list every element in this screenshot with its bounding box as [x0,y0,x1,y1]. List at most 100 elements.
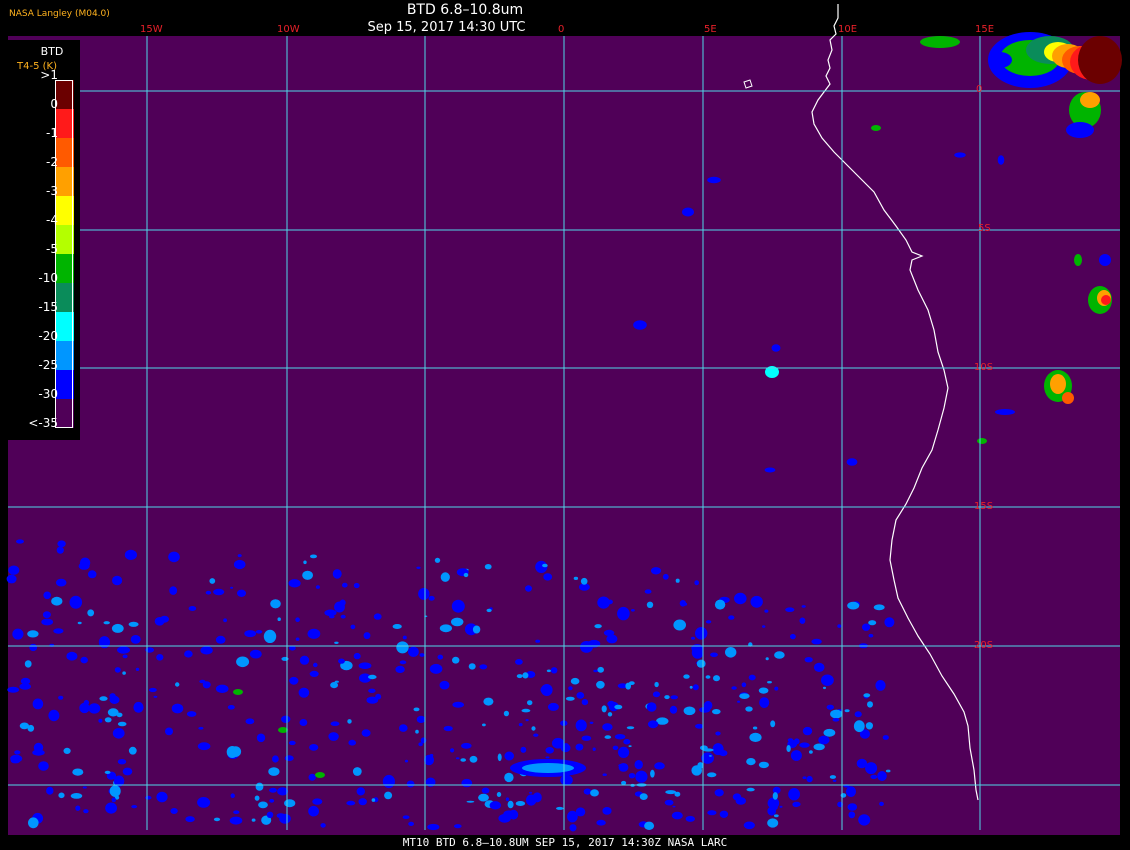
cloud-blob [1101,295,1111,305]
cloud-blob [117,721,127,727]
cloud-blob [556,806,564,810]
cloud-blob [358,662,372,669]
cloud-blob [597,666,604,673]
cloud-blob [813,662,825,673]
cloud-blob [602,807,612,815]
lon-label-10w: 10W [277,24,300,35]
cloud-blob [350,624,356,630]
cloud-blob [719,750,728,757]
cloud-blob [230,586,234,589]
cloud-blob [547,702,559,711]
cloud-blob [466,800,475,803]
cloud-blob [109,785,121,797]
timestamp-label: Sep 15, 2017 14:30 UTC [367,20,526,35]
cloud-blob [995,409,1015,415]
cloud-blob [665,790,677,795]
cloud-blob [594,624,602,629]
cloud-blob [885,769,891,773]
cloud-blob [844,709,850,713]
cloud-blob [277,787,289,796]
cloud-blob [628,773,636,779]
cloud-blob [772,792,778,800]
cloud-blob [801,605,806,608]
cloud-blob [281,715,291,723]
cloud-blob [920,36,960,48]
cloud-blob [823,728,836,737]
cloud-blob [70,793,83,799]
cloud-blob [312,798,323,805]
cloud-blob [348,739,357,746]
cloud-blob [308,773,316,781]
cloud-blob [185,816,195,823]
cloud-blob [55,578,67,587]
cloud-blob [804,657,813,663]
cloud-blob [455,757,460,760]
cloud-blob [759,697,770,708]
cloud-blob [43,591,51,600]
cloud-blob [695,627,708,640]
cloud-blob [879,801,884,807]
cloud-blob [826,704,834,710]
cloud-blob [628,745,632,747]
legend-entry-label: <-35 [28,416,58,430]
cloud-blob [429,753,434,758]
cloud-blob [269,798,275,803]
cloud-blob [847,803,858,811]
cloud-blob [865,762,878,775]
cloud-blob [82,786,87,789]
legend-colorbar-frame [55,80,73,428]
cloud-blob [197,797,211,808]
cloud-blob [83,699,90,706]
cloud-blob [771,804,778,811]
lon-label-15w: 15W [140,24,163,35]
cloud-blob [741,682,747,688]
cloud-blob [830,709,843,719]
cloud-blob [670,695,678,700]
cloud-blob [418,587,430,600]
cloud-blob [16,539,24,544]
cloud-blob [725,647,737,658]
cloud-blob [1050,374,1066,394]
cloud-blob [361,729,371,737]
cloud-blob [175,682,180,687]
cloud-blob [646,601,654,608]
cloud-blob [69,595,83,609]
cloud-blob [840,793,847,798]
cloud-blob [72,768,84,776]
cloud-blob [809,750,813,754]
cloud-blob [489,801,501,810]
cloud-blob [541,684,553,696]
cloud-blob [111,623,124,633]
cloud-blob [647,720,659,729]
cloud-blob [122,671,126,675]
cloud-blob [79,557,91,569]
cloud-blob [272,755,279,763]
cloud-blob [713,675,720,682]
lat-label-5s: 5S [978,223,991,234]
cloud-blob [569,824,577,832]
cloud-blob [24,660,32,668]
cloud-blob [428,595,435,601]
cloud-blob [53,628,64,634]
cloud-blob [551,737,565,749]
cloud-blob [486,608,492,613]
cloud-blob [589,721,594,724]
cloud-blob [149,687,157,693]
cloud-blob [633,320,647,330]
cloud-blob [1062,392,1074,404]
cloud-blob [496,792,502,797]
cloud-blob [237,589,246,597]
cloud-blob [997,155,1005,165]
cloud-blob [672,805,676,808]
cloud-blob [675,578,680,583]
cloud-blob [515,801,526,806]
cloud-blob [712,709,721,715]
cloud-blob [460,758,467,762]
cloud-blob [639,793,648,800]
cloud-blob [197,742,211,751]
cloud-blob [683,674,690,679]
cloud-blob [870,774,878,780]
cloud-blob [309,744,319,751]
cloud-blob [764,467,776,473]
cloud-blob [131,805,138,809]
